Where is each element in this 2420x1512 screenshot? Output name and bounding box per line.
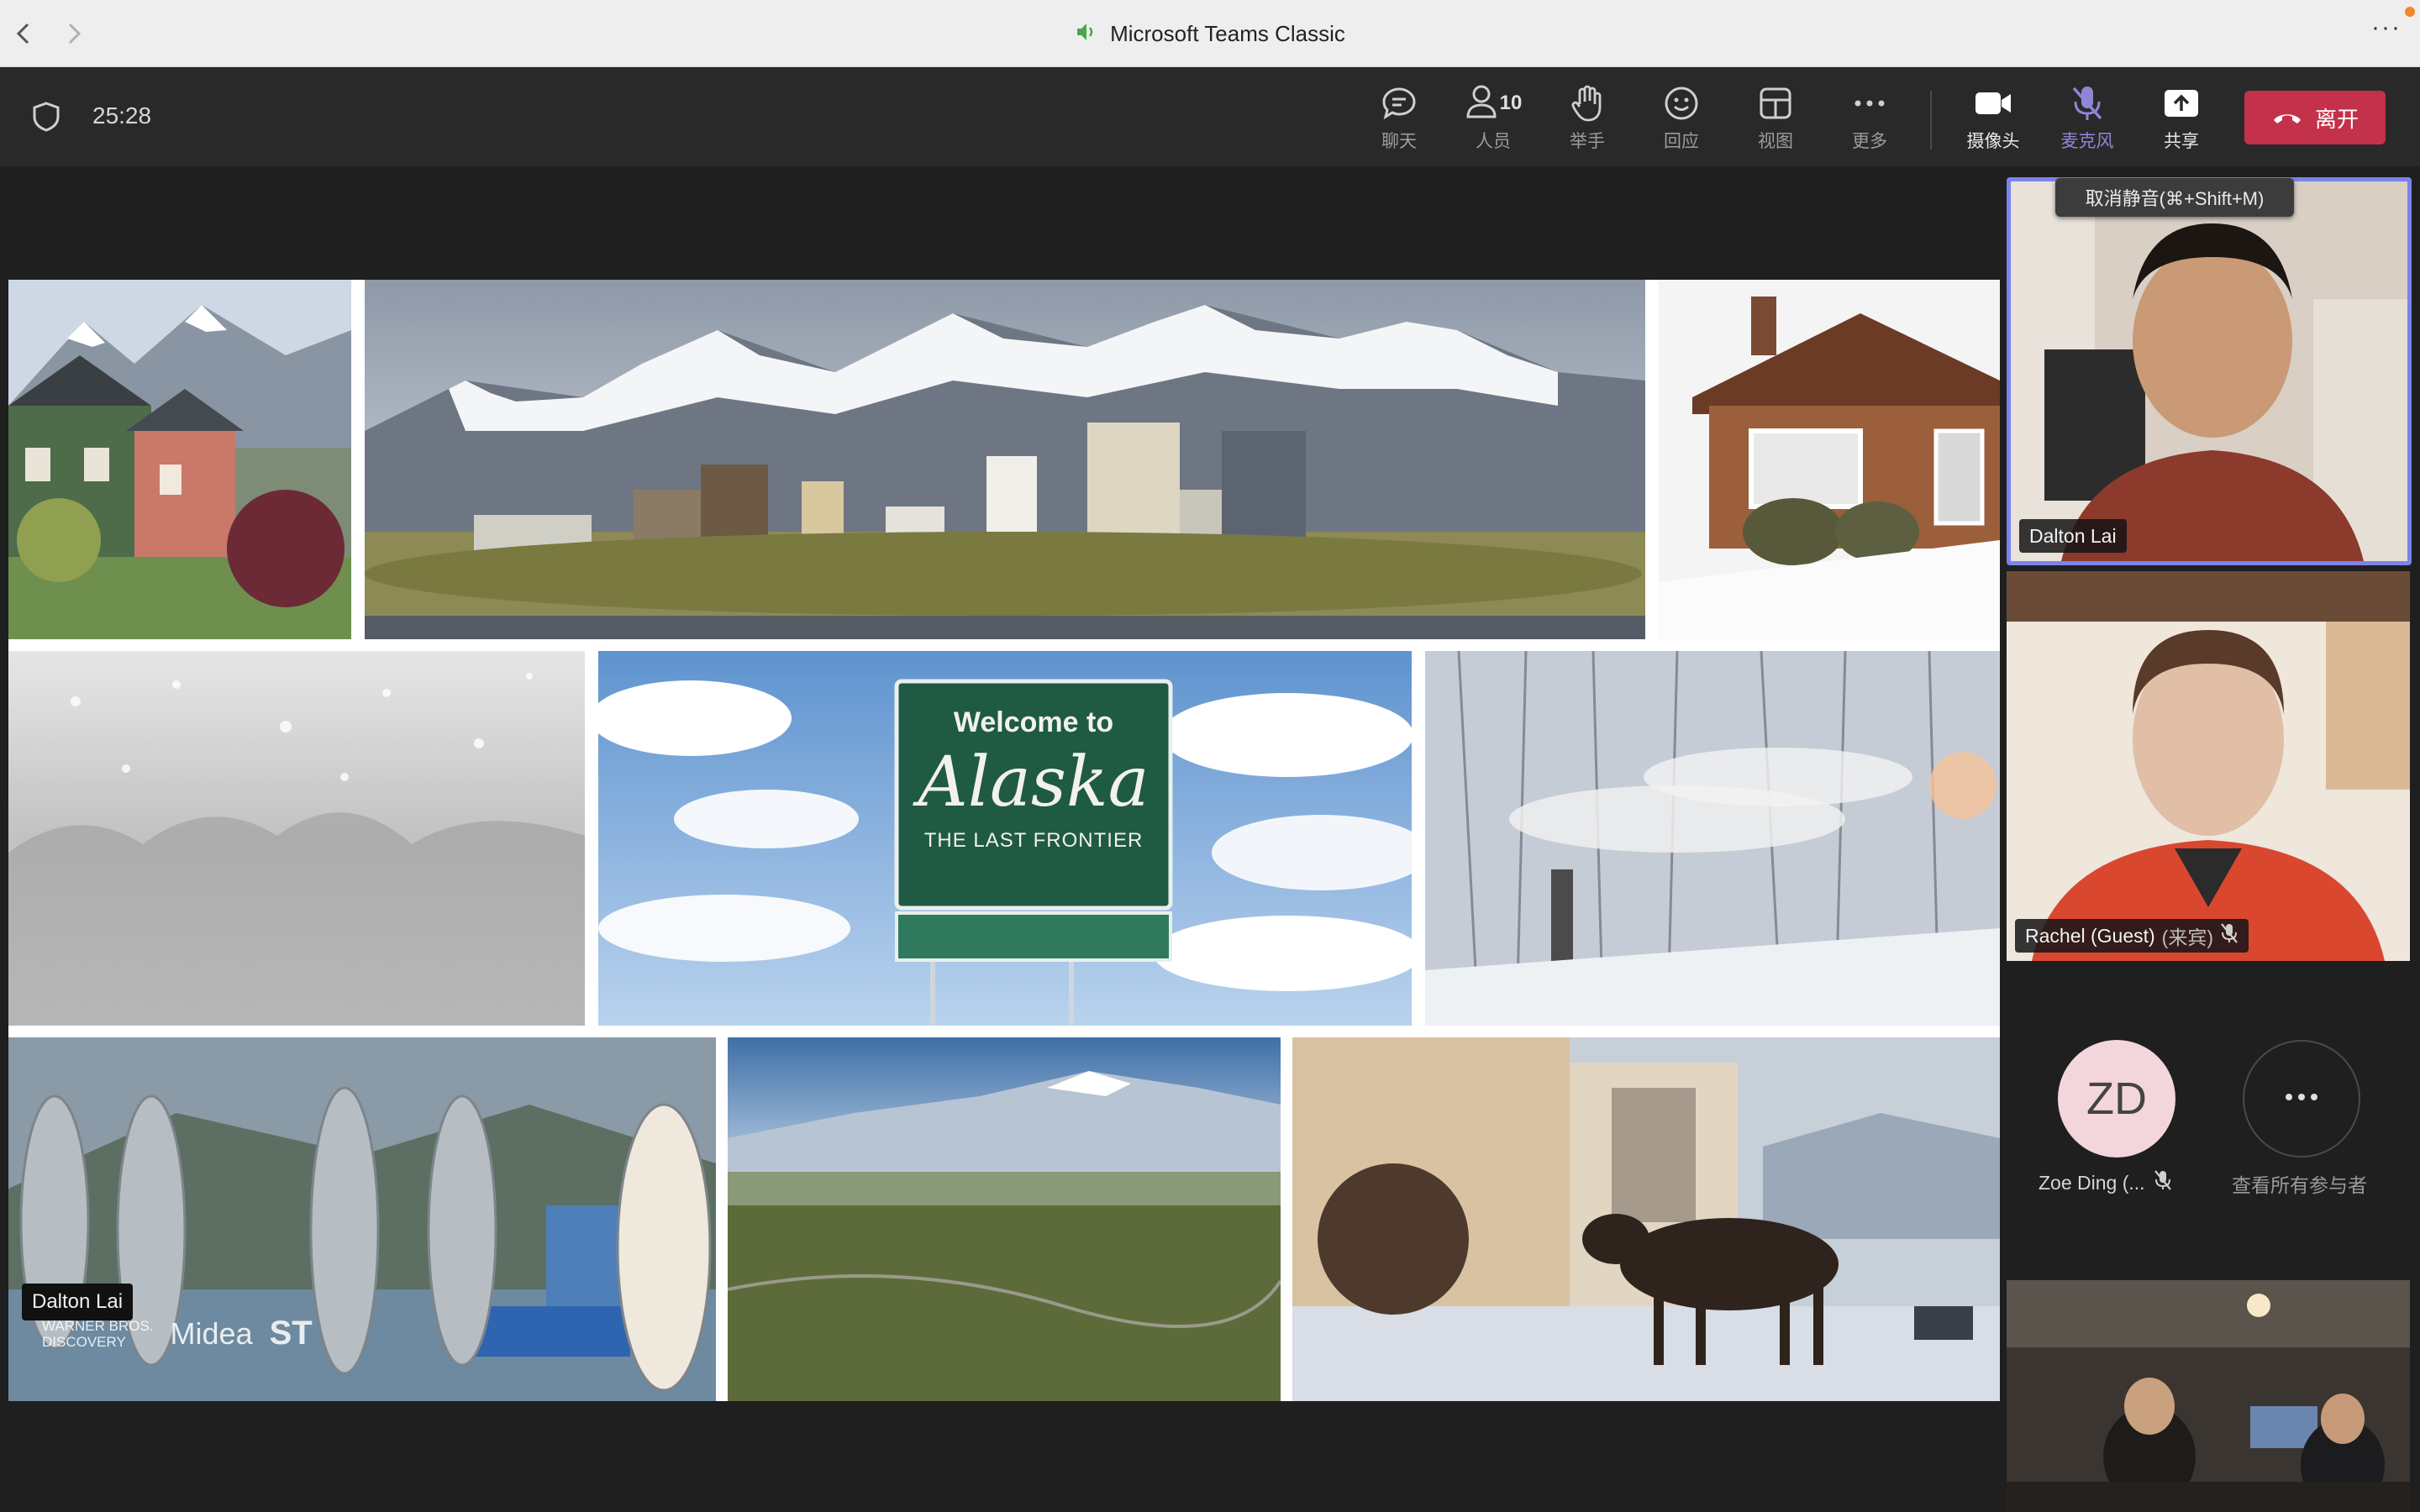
presenter-name-tag: Dalton Lai — [22, 1284, 134, 1320]
sign-line-1: Welcome to — [953, 706, 1114, 738]
view-all-participants-button[interactable] — [2243, 1040, 2360, 1158]
photo-snowy-house — [1659, 280, 2000, 639]
view-button[interactable]: 视图 — [1733, 82, 1818, 153]
chat-button[interactable]: 聊天 — [1357, 82, 1441, 153]
zoe-avatar[interactable]: ZD — [2058, 1040, 2175, 1158]
hang-up-icon — [2271, 105, 2303, 131]
share-label: 共享 — [2164, 132, 2199, 151]
people-button[interactable]: 10 人员 — [1451, 82, 1535, 153]
alaska-collage: Welcome to Alaska THE LAST FRONTIER WARN… — [8, 280, 2000, 1401]
photo-fish-harbor: WARNER BROS. DISCOVERY Midea ST — [8, 1037, 716, 1401]
photo-frosted-window — [8, 651, 585, 1026]
leave-button[interactable]: 离开 — [2244, 91, 2386, 144]
sign-line-2: Alaska — [918, 743, 1150, 822]
raise-hand-button[interactable]: 举手 — [1545, 82, 1629, 153]
view-all-label: 查看所有参与者 — [2232, 1174, 2367, 1196]
hand-icon — [1570, 82, 1605, 124]
mic-label: 麦克风 — [2060, 132, 2114, 151]
camera-button[interactable]: 摄像头 — [1951, 82, 2035, 153]
dalton-video — [2011, 181, 2407, 561]
chat-label: 聊天 — [1381, 132, 1417, 151]
window-more-icon[interactable]: ··· — [2371, 13, 2402, 42]
more-dots-icon — [1853, 82, 1886, 124]
sign-line-3: THE LAST FRONTIER — [923, 829, 1144, 852]
view-label: 视图 — [1758, 132, 1793, 151]
photo-welcome-sign: Welcome to Alaska THE LAST FRONTIER — [598, 651, 1412, 1026]
dalton-name-tag: Dalton Lai — [2019, 519, 2127, 553]
share-tray-icon — [2163, 82, 2200, 124]
room-video — [2007, 1280, 2410, 1512]
camera-label: 摄像头 — [1966, 132, 2020, 151]
more-label: 更多 — [1852, 132, 1887, 151]
zoe-mic-off-icon — [2154, 1169, 2172, 1196]
photo-moose-street — [1292, 1037, 2000, 1401]
watermark-brand-1b: DISCOVERY — [42, 1333, 126, 1350]
dalton-name: Dalton Lai — [2029, 524, 2117, 547]
zoe-label: Zoe Ding (... — [2039, 1169, 2172, 1196]
photo-aerial-valley — [728, 1037, 1281, 1401]
meeting-timer: 25:28 — [92, 102, 152, 129]
notification-dot — [2405, 7, 2415, 17]
rachel-name: Rachel (Guest) — [2025, 924, 2155, 947]
welcome-sign: Welcome to Alaska THE LAST FRONTIER — [897, 681, 1171, 908]
more-button[interactable]: 更多 — [1828, 82, 1912, 153]
rachel-video — [2007, 571, 2410, 961]
unmute-tooltip: 取消静音(⌘+Shift+M) — [2055, 178, 2294, 217]
more-dots-icon — [2283, 1091, 2320, 1106]
photo-snowy-forest-chimney — [1425, 651, 2000, 1026]
video-tile-dalton[interactable]: Dalton Lai — [2007, 177, 2412, 565]
window-titlebar: Microsoft Teams Classic ··· — [0, 0, 2420, 67]
mic-button[interactable]: 麦克风 — [2045, 82, 2129, 153]
chat-icon — [1380, 82, 1418, 124]
people-count: 10 — [1499, 92, 1523, 114]
photo-houses-mountains — [8, 280, 351, 639]
photo-anchorage-skyline — [365, 280, 1645, 639]
layout-grid-icon — [1758, 82, 1793, 124]
raise-hand-label: 举手 — [1570, 132, 1605, 151]
leave-label: 离开 — [2314, 106, 2359, 132]
video-tile-room[interactable] — [2007, 1280, 2410, 1512]
meeting-toolbar: 25:28 聊天 10 人员 举手 回应 视图 更多 摄像头 麦克风 共享 — [0, 67, 2420, 166]
mic-muted-icon — [2070, 82, 2105, 124]
toolbar-divider — [1930, 91, 1932, 150]
share-button[interactable]: 共享 — [2139, 82, 2223, 153]
zoe-initials: ZD — [2086, 1074, 2147, 1124]
react-button[interactable]: 回应 — [1639, 82, 1723, 153]
video-tile-rachel[interactable]: Rachel (Guest) (来宾) — [2007, 571, 2410, 961]
person-icon — [1465, 83, 1498, 124]
rachel-name-tag: Rachel (Guest) (来宾) — [2015, 919, 2249, 953]
smiley-icon — [1663, 82, 1700, 124]
guest-tag: (来宾) — [2161, 927, 2213, 948]
camera-icon — [1974, 82, 2012, 124]
mic-off-icon — [2220, 922, 2238, 949]
watermark-brand-3: ST — [269, 1315, 313, 1352]
zoe-name: Zoe Ding (... — [2039, 1171, 2145, 1194]
watermark-brand-2: Midea — [170, 1315, 253, 1351]
shield-icon[interactable] — [32, 101, 60, 137]
speaker-icon — [1075, 21, 1098, 47]
people-label: 人员 — [1476, 132, 1511, 151]
window-title: Microsoft Teams Classic — [1110, 20, 1345, 46]
react-label: 回应 — [1664, 132, 1699, 151]
